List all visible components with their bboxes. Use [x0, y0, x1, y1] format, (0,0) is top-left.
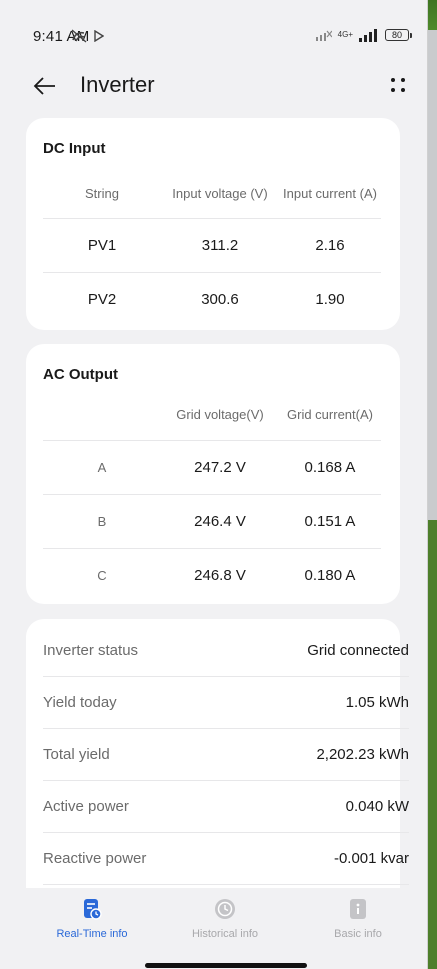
page-title: Inverter — [80, 72, 155, 97]
input-voltage: 311.2 — [201, 237, 239, 254]
info-label: Active power — [43, 798, 129, 815]
info-label: Yield today — [43, 694, 117, 711]
inverter-info-card: Inverter status Grid connected Yield tod… — [26, 619, 409, 888]
info-value: 1.05 kWh — [345, 694, 409, 711]
info-label: Total yield — [43, 746, 110, 763]
status-bar: 9:41 AM 4G+ 80 — [0, 0, 427, 60]
input-current: 1.90 — [315, 291, 345, 308]
status-left-icons — [70, 26, 104, 46]
info-label: Inverter status — [43, 642, 139, 659]
table-row: PV2 300.6 1.90 — [43, 272, 381, 326]
battery-icon: 80 — [385, 29, 412, 41]
play-icon — [94, 30, 104, 42]
list-item: Reactive power -0.001 kvar — [43, 833, 409, 885]
table-row: B 246.4 V 0.151 A — [43, 494, 381, 548]
column-header: Grid voltage(V) — [176, 406, 264, 422]
info-value: 2,202.23 kWh — [316, 746, 409, 763]
input-voltage: 300.6 — [201, 291, 239, 308]
dc-input-title: DC Input — [43, 140, 106, 157]
grid-current: 0.151 A — [304, 513, 356, 530]
input-current: 2.16 — [315, 237, 345, 254]
phase-label: B — [97, 514, 107, 529]
battery-level: 80 — [391, 30, 402, 40]
grid-voltage: 246.4 V — [194, 513, 246, 530]
ac-output-header-row: Grid voltage(V) Grid current(A) — [43, 394, 381, 434]
phone-screen: 9:41 AM 4G+ 80 Inverter DC Input String … — [0, 0, 428, 969]
table-row: PV1 311.2 2.16 — [43, 218, 381, 272]
history-clock-icon — [215, 899, 235, 919]
no-signal-icon — [71, 29, 87, 43]
list-item: Total yield 2,202.23 kWh — [43, 729, 409, 781]
network-type: 4G+ — [337, 30, 353, 39]
column-header: Grid current(A) — [287, 406, 373, 422]
grid-voltage: 246.8 V — [194, 567, 246, 584]
ac-output-card: AC Output Grid voltage(V) Grid current(A… — [26, 344, 400, 604]
more-options-icon[interactable] — [385, 72, 411, 98]
nav-historical-info[interactable]: Historical info — [165, 898, 285, 940]
home-indicator[interactable] — [145, 963, 307, 968]
bottom-navigation: Real-Time info Historical info Basic inf… — [0, 888, 427, 969]
ac-output-title: AC Output — [43, 366, 118, 383]
info-value: Grid connected — [307, 642, 409, 659]
list-item: Active power 0.040 kW — [43, 781, 409, 833]
phase-label: A — [97, 460, 107, 475]
nav-realtime-info[interactable]: Real-Time info — [32, 898, 152, 940]
back-arrow-icon[interactable] — [33, 74, 57, 98]
info-value: 0.040 kW — [345, 798, 409, 815]
nav-label: Historical info — [191, 928, 259, 940]
realtime-info-icon — [84, 899, 102, 920]
grid-current: 0.180 A — [304, 567, 356, 584]
string-name: PV2 — [87, 291, 117, 308]
nav-label: Basic info — [334, 928, 382, 940]
phase-label: C — [97, 568, 107, 583]
dc-input-header-row: String Input voltage (V) Input current (… — [43, 173, 381, 213]
status-right-icons: 4G+ 80 — [315, 25, 412, 45]
dc-input-card: DC Input String Input voltage (V) Input … — [26, 118, 400, 330]
signal-strength-icon — [359, 28, 377, 42]
list-item: Yield today 1.05 kWh — [43, 677, 409, 729]
string-name: PV1 — [87, 237, 117, 254]
column-header: Input voltage (V) — [172, 185, 268, 201]
nav-label: Real-Time info — [56, 928, 128, 940]
nav-basic-info[interactable]: Basic info — [298, 898, 418, 940]
info-document-icon — [350, 899, 366, 919]
table-row: C 246.8 V 0.180 A — [43, 548, 381, 602]
info-value: -0.001 kvar — [333, 850, 409, 867]
info-label: Reactive power — [43, 850, 147, 867]
column-header: Input current (A) — [283, 185, 377, 201]
app-header: Inverter — [0, 62, 427, 110]
column-header: String — [85, 185, 119, 201]
grid-current: 0.168 A — [304, 459, 356, 476]
table-row: A 247.2 V 0.168 A — [43, 440, 381, 494]
signal-weak-icon — [315, 30, 332, 41]
grid-voltage: 247.2 V — [194, 459, 246, 476]
list-item: Inverter status Grid connected — [43, 625, 409, 677]
